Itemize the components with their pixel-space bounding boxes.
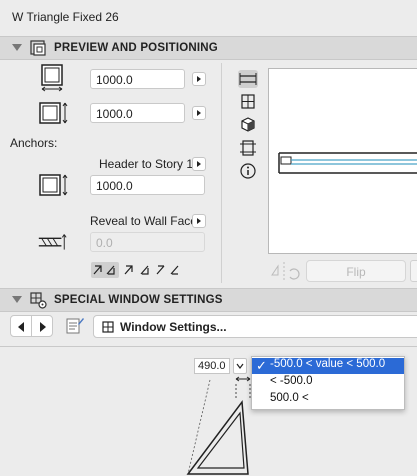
- window-title: W Triangle Fixed 26: [12, 10, 119, 24]
- info-icon[interactable]: [238, 162, 258, 180]
- elevation-view-icon[interactable]: [238, 93, 258, 111]
- window-settings-button[interactable]: Window Settings...: [93, 315, 417, 338]
- header-field[interactable]: 1000.0: [90, 175, 205, 195]
- reveal-label: Reveal to Wall Face: [90, 214, 197, 228]
- dimension-dropdown-toggle[interactable]: [233, 358, 247, 374]
- preview-positioning-header[interactable]: PREVIEW AND POSITIONING: [0, 36, 417, 60]
- extra-button[interactable]: [410, 260, 417, 282]
- reveal-options-button[interactable]: [192, 214, 206, 228]
- height-field[interactable]: 1000.0: [90, 103, 185, 123]
- previous-page-button[interactable]: [10, 315, 32, 337]
- preview-canvas[interactable]: [268, 68, 417, 254]
- next-page-button[interactable]: [31, 315, 53, 337]
- edit-parameters-icon[interactable]: [64, 315, 86, 337]
- window-settings-label: Window Settings...: [120, 320, 227, 334]
- width-field[interactable]: 1000.0: [90, 69, 185, 89]
- 3d-view-icon[interactable]: [238, 116, 258, 134]
- wall-preview-drawing: [278, 152, 417, 174]
- collapse-triangle-icon[interactable]: [12, 296, 22, 303]
- mirror-icon[interactable]: [268, 260, 302, 282]
- collapse-triangle-icon[interactable]: [12, 44, 22, 51]
- special-settings-icon: [30, 292, 47, 309]
- dropdown-option-below[interactable]: < -500.0: [252, 375, 404, 391]
- dropdown-option-above[interactable]: 500.0 <: [252, 392, 404, 408]
- header-anchor-button[interactable]: [192, 157, 206, 171]
- height-options-button[interactable]: [192, 106, 206, 120]
- plan-view-icon[interactable]: [238, 70, 258, 88]
- chevron-down-icon: [236, 363, 244, 369]
- section-view-icon[interactable]: [238, 139, 258, 157]
- header-anchor-label: Header to Story 1: [99, 157, 194, 171]
- anchor-points-toolbar[interactable]: [91, 262, 181, 278]
- width-options-button[interactable]: [192, 72, 206, 86]
- header-height-icon: [39, 174, 68, 196]
- flip-button[interactable]: Flip: [306, 260, 406, 282]
- special-window-settings-header[interactable]: SPECIAL WINDOW SETTINGS: [0, 288, 417, 312]
- panel-divider: [221, 63, 222, 283]
- separator: [0, 346, 417, 347]
- triangle-window-drawing: [186, 376, 251, 475]
- window-width-icon: [41, 64, 63, 92]
- dropdown-option-range[interactable]: ✓ -500.0 < value < 500.0: [252, 358, 404, 374]
- dimension-field[interactable]: 490.0: [194, 358, 230, 374]
- anchors-label: Anchors:: [10, 136, 58, 150]
- window-height-icon: [39, 102, 68, 124]
- window-grid-icon: [102, 321, 114, 333]
- reveal-field[interactable]: 0.0: [90, 232, 205, 252]
- section-title: SPECIAL WINDOW SETTINGS: [54, 294, 223, 306]
- section-title: PREVIEW AND POSITIONING: [54, 42, 218, 54]
- range-dropdown-menu[interactable]: ✓ -500.0 < value < 500.0 < -500.0 500.0 …: [251, 356, 405, 410]
- reveal-icon: [38, 234, 67, 250]
- checkmark-icon: ✓: [256, 358, 267, 373]
- preview-section-icon: [30, 40, 46, 56]
